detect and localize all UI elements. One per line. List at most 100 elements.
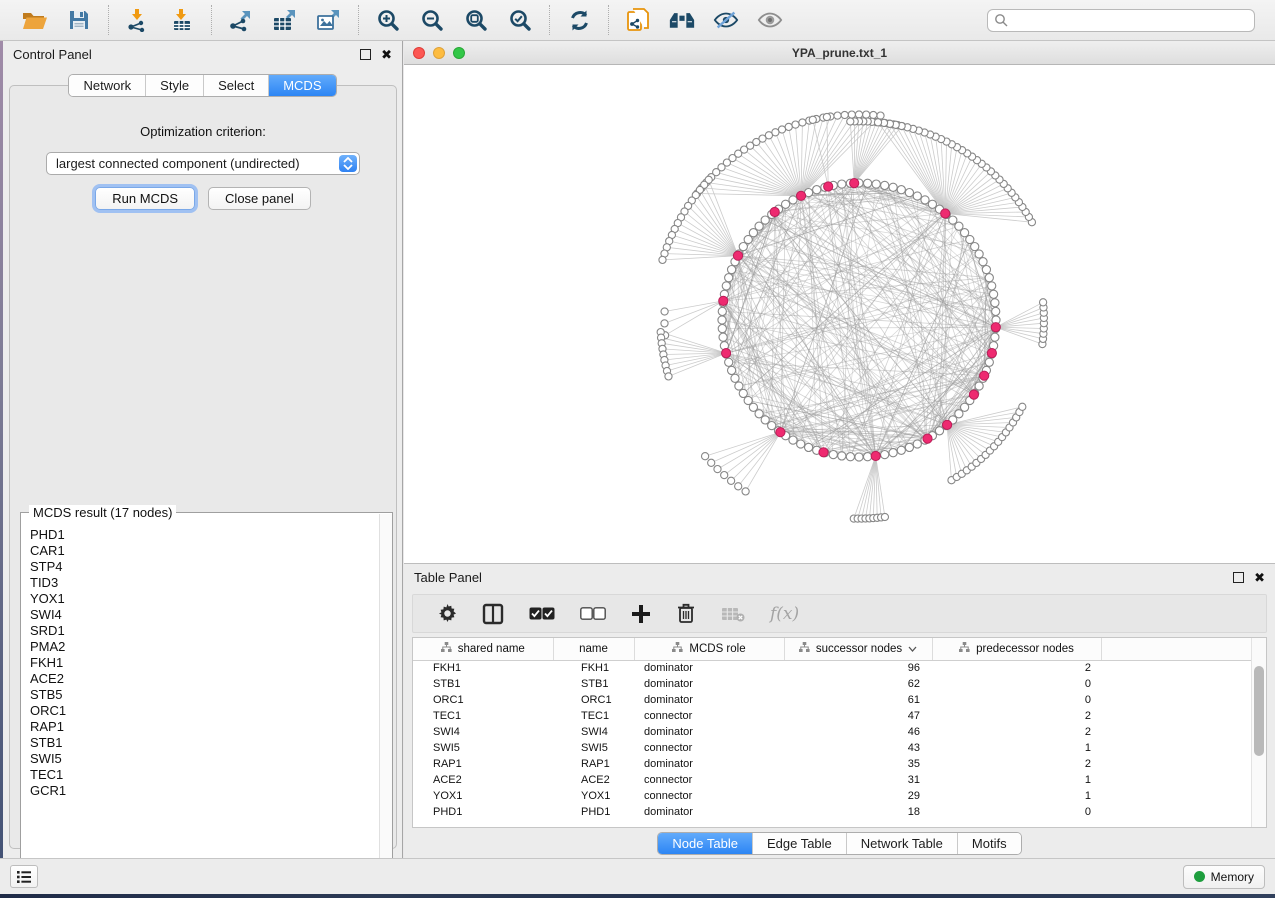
network-search-box xyxy=(987,9,1255,32)
list-icon xyxy=(16,870,32,884)
mcds-result-item[interactable]: SWI5 xyxy=(30,751,378,767)
control-tab-network[interactable]: Network xyxy=(69,75,145,96)
toolbar-group-import xyxy=(109,3,211,37)
show-all-eye-icon[interactable] xyxy=(757,7,783,33)
search-input[interactable] xyxy=(1012,13,1248,27)
column-layout-icon[interactable] xyxy=(482,602,504,626)
table-tab-edge-table[interactable]: Edge Table xyxy=(752,833,846,854)
control-tab-mcds[interactable]: MCDS xyxy=(268,75,335,96)
run-mcds-button[interactable]: Run MCDS xyxy=(95,187,195,210)
criterion-dropdown[interactable]: largest connected component (undirected) xyxy=(46,152,360,175)
save-icon[interactable] xyxy=(66,7,92,33)
float-panel-icon[interactable] xyxy=(360,49,371,60)
control-tabs: NetworkStyleSelectMCDS xyxy=(68,74,336,97)
deselect-all-icon[interactable] xyxy=(580,602,606,626)
zoom-in-icon[interactable] xyxy=(375,7,401,33)
mcds-result-item[interactable]: GCR1 xyxy=(30,783,378,799)
criterion-dropdown-value: largest connected component (undirected) xyxy=(56,156,300,171)
export-image-icon[interactable] xyxy=(316,7,342,33)
table-row[interactable]: RAP1RAP1dominator352 xyxy=(413,756,1252,772)
table-row[interactable]: TEC1TEC1connector472 xyxy=(413,708,1252,724)
zoom-fit-icon[interactable] xyxy=(463,7,489,33)
close-table-panel-icon[interactable]: ✖ xyxy=(1254,572,1265,583)
zoom-out-icon[interactable] xyxy=(419,7,445,33)
table-tab-network-table[interactable]: Network Table xyxy=(846,833,957,854)
column-header-predecessor-nodes[interactable]: predecessor nodes xyxy=(932,638,1101,660)
table-row[interactable]: SWI5SWI5connector431 xyxy=(413,740,1252,756)
float-table-panel-icon[interactable] xyxy=(1233,572,1244,583)
mcds-result-item[interactable]: TEC1 xyxy=(30,767,378,783)
export-table-icon[interactable] xyxy=(272,7,298,33)
mcds-result-item[interactable]: STP4 xyxy=(30,559,378,575)
mcds-result-item[interactable]: CAR1 xyxy=(30,543,378,559)
table-row[interactable]: ORC1ORC1dominator610 xyxy=(413,692,1252,708)
node-table-body: FKH1FKH1dominator962STB1STB1dominator620… xyxy=(413,660,1252,820)
mcds-result-item[interactable]: PMA2 xyxy=(30,639,378,655)
memory-button[interactable]: Memory xyxy=(1183,865,1265,889)
mcds-result-item[interactable]: ORC1 xyxy=(30,703,378,719)
mcds-result-item[interactable]: TID3 xyxy=(30,575,378,591)
mcds-list-scrollbar[interactable] xyxy=(379,514,392,882)
table-scrollbar[interactable] xyxy=(1251,638,1266,827)
table-row[interactable]: SWI4SWI4dominator462 xyxy=(413,724,1252,740)
mcds-result-item[interactable]: PHD1 xyxy=(30,527,378,543)
mcds-result-box: MCDS result (17 nodes) PHD1CAR1STP4TID3Y… xyxy=(20,512,393,884)
delete-row-icon[interactable] xyxy=(676,602,696,626)
search-binoculars-icon[interactable] xyxy=(669,7,695,33)
main-toolbar xyxy=(0,0,1275,41)
tree-icon xyxy=(799,642,810,656)
app: { "toolbar": { "icons": ["open-folder","… xyxy=(0,0,1275,898)
tree-icon xyxy=(672,642,683,656)
refresh-layout-icon[interactable] xyxy=(566,7,592,33)
export-network-icon[interactable] xyxy=(228,7,254,33)
add-row-icon[interactable] xyxy=(631,602,651,626)
control-tab-style[interactable]: Style xyxy=(145,75,203,96)
table-tab-node-table[interactable]: Node Table xyxy=(658,833,752,854)
desktop-wallpaper-bottom xyxy=(0,894,1275,898)
column-header-mcds-role[interactable]: MCDS role xyxy=(634,638,784,660)
settings-gear-icon[interactable] xyxy=(437,602,457,626)
toolbar-group-export xyxy=(212,3,358,37)
column-header-successor-nodes[interactable]: successor nodes xyxy=(784,638,932,660)
task-history-button[interactable] xyxy=(10,865,38,888)
control-tab-select[interactable]: Select xyxy=(203,75,268,96)
mcds-result-item[interactable]: RAP1 xyxy=(30,719,378,735)
memory-label: Memory xyxy=(1211,870,1254,884)
table-row[interactable]: YOX1YOX1connector291 xyxy=(413,788,1252,804)
mcds-result-item[interactable]: STB5 xyxy=(30,687,378,703)
mcds-result-item[interactable]: FKH1 xyxy=(30,655,378,671)
node-table[interactable]: shared namenameMCDS rolesuccessor nodesp… xyxy=(413,638,1252,820)
mcds-result-list[interactable]: PHD1CAR1STP4TID3YOX1SWI4SRD1PMA2FKH1ACE2… xyxy=(21,523,378,882)
table-tab-motifs[interactable]: Motifs xyxy=(957,833,1021,854)
close-panel-button[interactable]: Close panel xyxy=(208,187,311,210)
table-panel: Table Panel ✖ f(x) xyxy=(404,563,1275,858)
zoom-selected-icon[interactable] xyxy=(507,7,533,33)
table-row[interactable]: STB1STB1dominator620 xyxy=(413,676,1252,692)
clone-network-icon[interactable] xyxy=(625,7,651,33)
mcds-result-item[interactable]: SRD1 xyxy=(30,623,378,639)
toolbar-group-session xyxy=(6,3,108,37)
table-row[interactable]: PHD1PHD1dominator180 xyxy=(413,804,1252,820)
open-folder-icon[interactable] xyxy=(22,7,48,33)
mcds-result-item[interactable]: STB1 xyxy=(30,735,378,751)
hide-selected-eye-icon[interactable] xyxy=(713,7,739,33)
tree-icon xyxy=(959,642,970,656)
table-scrollbar-thumb[interactable] xyxy=(1254,666,1264,756)
mcds-result-title: MCDS result (17 nodes) xyxy=(29,505,176,520)
mcds-result-item[interactable]: SWI4 xyxy=(30,607,378,623)
mcds-tab-pane: Optimization criterion: largest connecte… xyxy=(9,85,397,849)
table-row[interactable]: ACE2ACE2connector311 xyxy=(413,772,1252,788)
table-row[interactable]: FKH1FKH1dominator962 xyxy=(413,660,1252,676)
select-all-icon[interactable] xyxy=(529,602,555,626)
optimization-criterion-label: Optimization criterion: xyxy=(140,124,266,139)
import-table-icon[interactable] xyxy=(169,7,195,33)
network-canvas[interactable] xyxy=(404,65,1275,563)
column-header-shared-name[interactable]: shared name xyxy=(413,638,553,660)
import-network-icon[interactable] xyxy=(125,7,151,33)
table-toolbar: f(x) xyxy=(412,594,1267,633)
close-panel-icon[interactable]: ✖ xyxy=(381,49,392,60)
delete-table-icon xyxy=(721,602,745,626)
mcds-result-item[interactable]: ACE2 xyxy=(30,671,378,687)
mcds-result-item[interactable]: YOX1 xyxy=(30,591,378,607)
column-header-name[interactable]: name xyxy=(553,638,634,660)
